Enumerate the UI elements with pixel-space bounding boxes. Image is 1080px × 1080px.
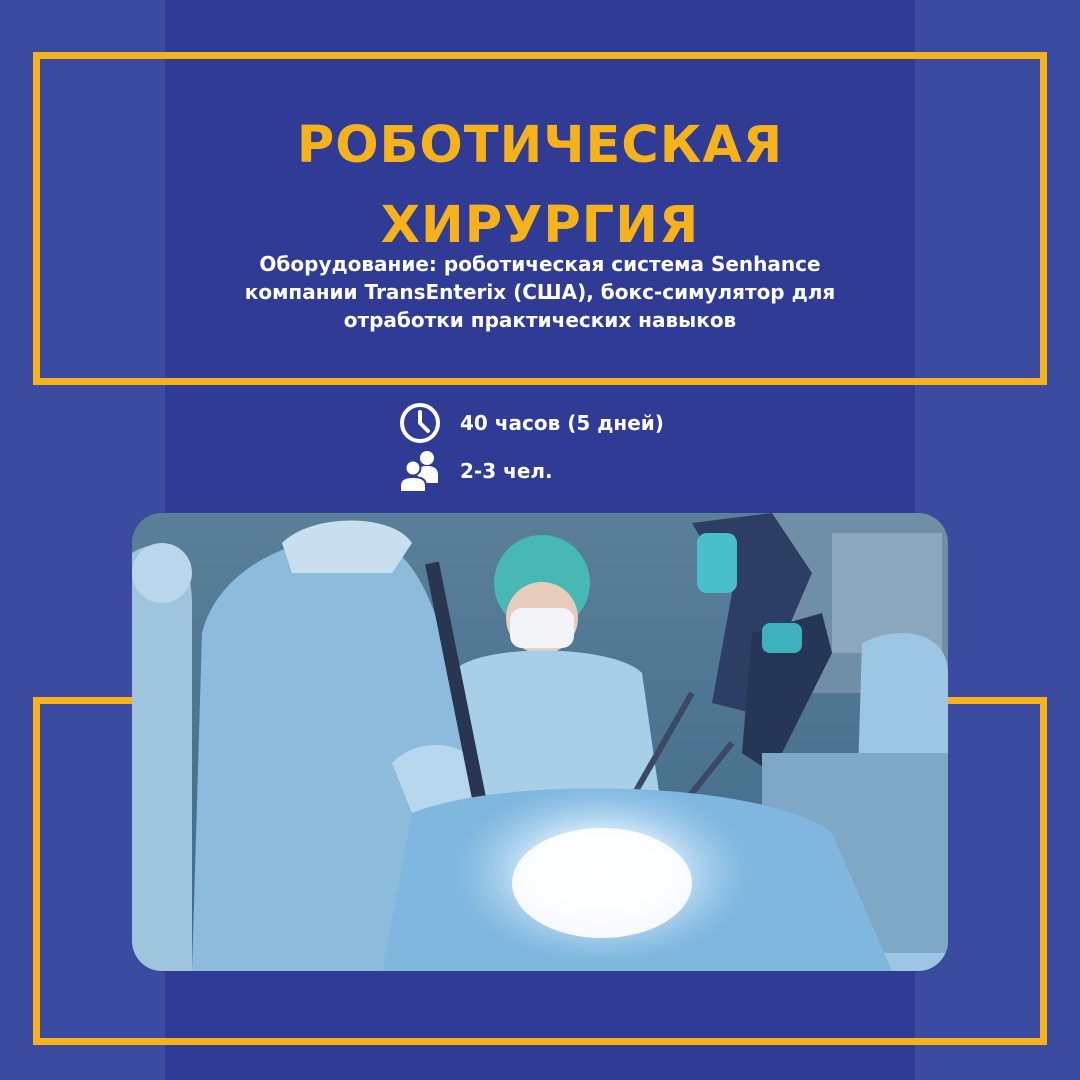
- duration-text: 40 часов (5 дней): [460, 411, 664, 435]
- people-icon: [399, 451, 438, 493]
- surgery-photo-illustration: [132, 513, 948, 971]
- clock-icon: [400, 403, 440, 443]
- surgery-photo: [132, 513, 948, 971]
- page-title: РОБОТИЧЕСКАЯ ХИРУРГИЯ: [296, 116, 784, 255]
- duration-row: 40 часов (5 дней): [398, 401, 664, 445]
- group-size-row: 2-3 чел.: [398, 449, 553, 493]
- group-size-text: 2-3 чел.: [460, 459, 553, 483]
- equipment-description: Оборудование: роботическая система Senha…: [244, 252, 836, 332]
